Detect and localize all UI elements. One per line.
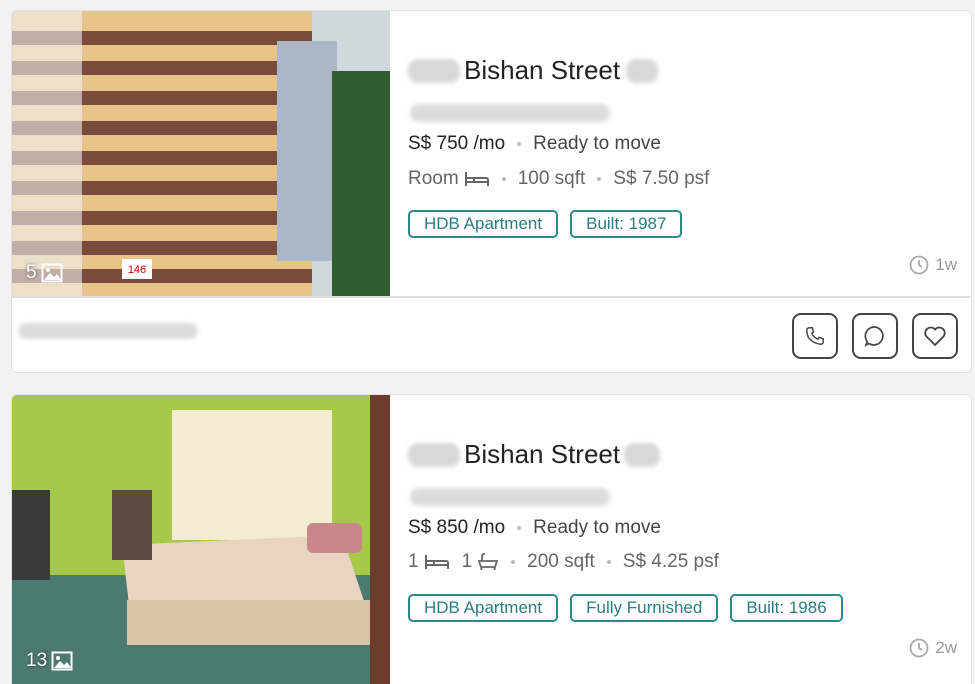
listing-photo[interactable]: 146 5 <box>12 11 390 296</box>
bed-icon <box>464 172 489 186</box>
image-icon <box>41 263 63 283</box>
availability: Ready to move <box>533 133 661 154</box>
room-type: Room <box>408 168 459 189</box>
tag-list: HDB Apartment Fully Furnished Built: 198… <box>408 594 843 622</box>
listing-title[interactable]: Bishan Street <box>408 55 659 86</box>
size: 100 sqft <box>517 168 586 189</box>
separator-dot <box>606 560 611 564</box>
image-icon <box>51 651 73 671</box>
redacted-text <box>408 442 460 467</box>
tag-furnishing[interactable]: Fully Furnished <box>570 594 719 622</box>
redacted-agent-name <box>18 323 198 339</box>
listing-card[interactable]: 13 Bishan Street S$ 850 /mo Ready to mov… <box>11 394 972 684</box>
tag-property-type[interactable]: HDB Apartment <box>408 210 559 238</box>
tag-list: HDB Apartment Built: 1987 <box>408 210 683 238</box>
age-text: 2w <box>935 638 957 657</box>
title-text: Bishan Street <box>464 439 621 469</box>
chat-icon <box>864 326 884 347</box>
shortlist-button[interactable] <box>912 313 958 359</box>
redacted-text <box>624 442 661 467</box>
price-row: S$ 850 /mo Ready to move <box>408 517 661 539</box>
listing-photo[interactable]: 13 <box>12 395 390 684</box>
building-photo: 146 <box>12 11 390 296</box>
redacted-text <box>408 58 460 83</box>
price-row: S$ 750 /mo Ready to move <box>408 133 661 155</box>
redacted-text <box>626 58 659 83</box>
photo-count: 5 <box>26 262 63 284</box>
listing-title[interactable]: Bishan Street <box>408 439 661 470</box>
svg-text:146: 146 <box>128 264 146 276</box>
separator-dot <box>517 142 522 146</box>
clock-icon <box>909 638 929 658</box>
psf: S$ 4.25 psf <box>622 551 719 572</box>
age-text: 1w <box>935 255 957 274</box>
bath-count: 1 <box>461 551 473 572</box>
chat-button[interactable] <box>852 313 898 359</box>
details-row: 1 1 200 sqft S$ 4.25 psf <box>408 551 719 573</box>
tag-property-type[interactable]: HDB Apartment <box>408 594 559 622</box>
listing-age: 2w <box>909 638 957 658</box>
phone-icon <box>806 327 824 345</box>
redacted-address <box>410 104 610 122</box>
redacted-address <box>410 488 610 506</box>
separator-dot <box>597 177 602 181</box>
price: S$ 750 /mo <box>408 133 506 154</box>
separator-dot <box>517 526 522 530</box>
listing-card[interactable]: 146 5 Bishan Street S$ 750 /mo Ready to … <box>11 10 972 373</box>
photo-count: 13 <box>26 650 73 672</box>
size: 200 sqft <box>527 551 595 572</box>
tag-built-year[interactable]: Built: 1987 <box>570 210 683 238</box>
contact-actions <box>792 313 958 359</box>
card-divider <box>12 296 971 298</box>
separator-dot <box>501 177 506 181</box>
clock-icon <box>909 255 929 275</box>
room-photo <box>12 395 390 684</box>
call-button[interactable] <box>792 313 838 359</box>
title-text: Bishan Street <box>464 55 621 85</box>
tag-built-year[interactable]: Built: 1986 <box>730 594 843 622</box>
bath-icon <box>477 553 499 571</box>
availability: Ready to move <box>533 517 661 538</box>
details-row: Room 100 sqft S$ 7.50 psf <box>408 168 709 190</box>
psf: S$ 7.50 psf <box>613 168 710 189</box>
price: S$ 850 /mo <box>408 517 506 538</box>
listing-age: 1w <box>909 255 957 275</box>
bed-icon <box>424 555 449 569</box>
heart-icon <box>924 326 946 346</box>
bed-count: 1 <box>408 551 419 572</box>
separator-dot <box>511 560 516 564</box>
